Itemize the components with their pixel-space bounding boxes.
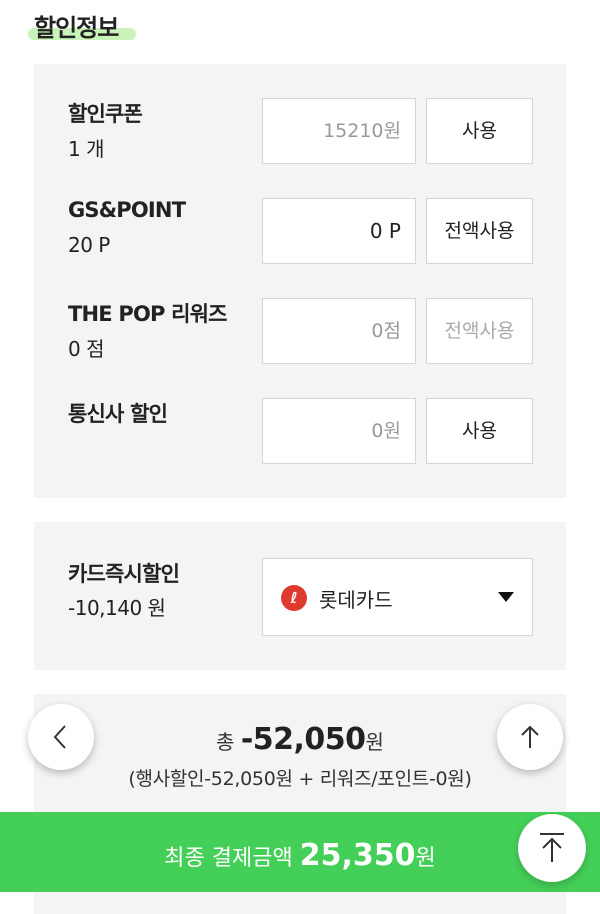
- card-select[interactable]: ℓ 롯데카드: [262, 558, 533, 636]
- final-payment[interactable]: 최종 결제금액 25,350원: [0, 838, 600, 873]
- scroll-top-icon: [540, 833, 564, 862]
- section-title: 할인정보: [34, 14, 119, 42]
- card-discount-panel: 카드즉시할인 -10,140 원 ℓ 롯데카드: [34, 522, 566, 670]
- total-prefix: 총: [216, 730, 241, 754]
- coupon-count: 1 개: [68, 137, 104, 161]
- telecom-amount-field[interactable]: 0원: [262, 398, 416, 464]
- card-select-value: 롯데카드: [319, 588, 393, 612]
- telecom-label: 통신사 할인: [68, 402, 168, 426]
- gspoint-use-all-button[interactable]: 전액사용: [426, 198, 533, 264]
- gspoint-label: GS&POINT: [68, 198, 186, 222]
- thepop-row: THE POP 리워즈 0 점 0점 전액사용: [34, 298, 566, 364]
- thepop-use-all-button[interactable]: 전액사용: [426, 298, 533, 364]
- card-discount-amount: -10,140 원: [68, 596, 166, 620]
- thepop-input[interactable]: 0점: [262, 298, 416, 364]
- total-unit: 원: [365, 730, 384, 754]
- scroll-up-button[interactable]: [497, 704, 563, 770]
- coupon-use-button[interactable]: 사용: [426, 98, 533, 164]
- coupon-amount-field[interactable]: 15210원: [262, 98, 416, 164]
- final-payment-label: 최종 결제금액: [164, 846, 300, 871]
- back-button[interactable]: [28, 704, 94, 770]
- arrow-up-icon: [521, 725, 539, 748]
- discount-panel: 할인쿠폰 1 개 15210원 사용 GS&POINT 20 P 0 P 전액사…: [34, 64, 566, 498]
- lotte-card-icon: ℓ: [281, 585, 307, 611]
- gspoint-input[interactable]: 0 P: [262, 198, 416, 264]
- gspoint-row: GS&POINT 20 P 0 P 전액사용: [34, 198, 566, 264]
- telecom-row: 통신사 할인 0원 사용: [34, 398, 566, 464]
- chevron-left-icon: [53, 725, 66, 749]
- total-discount-amount: -52,050: [240, 722, 366, 757]
- gspoint-balance: 20 P: [68, 233, 110, 257]
- telecom-use-button[interactable]: 사용: [426, 398, 533, 464]
- dropdown-arrow-icon: [498, 592, 514, 602]
- thepop-balance: 0 점: [68, 337, 104, 361]
- coupon-row: 할인쿠폰 1 개 15210원 사용: [34, 98, 566, 164]
- final-payment-unit: 원: [415, 846, 436, 871]
- final-payment-amount: 25,350: [299, 838, 416, 873]
- card-discount-label: 카드즉시할인: [68, 562, 180, 586]
- thepop-label: THE POP 리워즈: [68, 302, 227, 326]
- coupon-label: 할인쿠폰: [68, 102, 143, 126]
- scroll-top-button[interactable]: [518, 814, 586, 882]
